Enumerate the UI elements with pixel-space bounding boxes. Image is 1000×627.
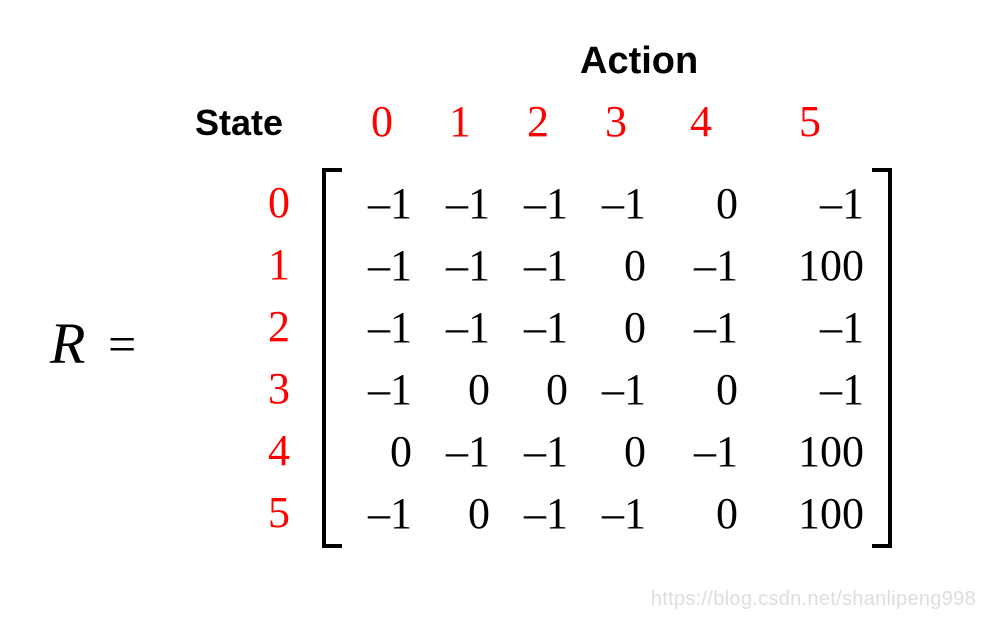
matrix-cell: 0: [646, 483, 738, 545]
row-header-0: 0: [260, 172, 290, 234]
bracket-right: [872, 168, 892, 548]
matrix-cell: –1: [490, 483, 568, 545]
matrix-variable: R: [50, 310, 85, 377]
row-header-5: 5: [260, 482, 290, 544]
column-header-4: 4: [655, 96, 747, 147]
matrix-cell: –1: [412, 173, 490, 235]
state-axis-label: State: [195, 102, 283, 144]
matrix-cell: –1: [568, 359, 646, 421]
row-header-3: 3: [260, 358, 290, 420]
matrix-cell: –1: [646, 421, 738, 483]
row-header-2: 2: [260, 296, 290, 358]
matrix-cell: 0: [568, 421, 646, 483]
matrix-cell: –1: [490, 173, 568, 235]
column-header-0: 0: [343, 96, 421, 147]
matrix-cell: –1: [412, 421, 490, 483]
row-header-1: 1: [260, 234, 290, 296]
matrix-cell: –1: [334, 297, 412, 359]
column-headers: 012345: [343, 96, 873, 147]
matrix-cell: 0: [568, 235, 646, 297]
matrix-cell: –1: [490, 421, 568, 483]
matrix-cell: –1: [334, 359, 412, 421]
matrix-cell: 0: [568, 297, 646, 359]
matrix-cell: 0: [412, 359, 490, 421]
matrix-cell: 0: [412, 483, 490, 545]
bracket-left: [322, 168, 342, 548]
matrix-cell: –1: [738, 297, 864, 359]
column-header-2: 2: [499, 96, 577, 147]
matrix-cell: –1: [568, 483, 646, 545]
matrix-cell: –1: [490, 297, 568, 359]
matrix-cell: 100: [738, 235, 864, 297]
matrix-cell: –1: [334, 173, 412, 235]
column-header-5: 5: [747, 96, 873, 147]
matrix-cell: –1: [738, 359, 864, 421]
matrix-body: –1–1–1–10–1–1–1–10–1100–1–1–10–1–1–100–1…: [322, 168, 892, 550]
matrix-row: –10–1–10100: [334, 483, 880, 545]
matrix-cell: 0: [334, 421, 412, 483]
matrix-cell: 0: [646, 359, 738, 421]
row-headers: 012345: [260, 172, 290, 544]
column-header-3: 3: [577, 96, 655, 147]
row-header-4: 4: [260, 420, 290, 482]
matrix-row: –1–1–10–1–1: [334, 297, 880, 359]
equals-sign: =: [108, 315, 136, 373]
matrix-cell: 100: [738, 483, 864, 545]
matrix-cell: 100: [738, 421, 864, 483]
matrix-cell: –1: [646, 235, 738, 297]
matrix-grid: –1–1–1–10–1–1–1–10–1100–1–1–10–1–1–100–1…: [322, 168, 892, 550]
matrix-cell: 0: [646, 173, 738, 235]
matrix-cell: –1: [646, 297, 738, 359]
matrix-cell: 0: [490, 359, 568, 421]
matrix-cell: –1: [412, 297, 490, 359]
matrix-row: 0–1–10–1100: [334, 421, 880, 483]
matrix-cell: –1: [738, 173, 864, 235]
matrix-cell: –1: [334, 483, 412, 545]
matrix-row: –1–1–10–1100: [334, 235, 880, 297]
matrix-cell: –1: [490, 235, 568, 297]
matrix-cell: –1: [334, 235, 412, 297]
matrix-row: –100–10–1: [334, 359, 880, 421]
matrix-row: –1–1–1–10–1: [334, 173, 880, 235]
matrix-cell: –1: [412, 235, 490, 297]
matrix-cell: –1: [568, 173, 646, 235]
action-axis-label: Action: [580, 40, 698, 83]
column-header-1: 1: [421, 96, 499, 147]
watermark-text: https://blog.csdn.net/shanlipeng998: [651, 588, 976, 611]
